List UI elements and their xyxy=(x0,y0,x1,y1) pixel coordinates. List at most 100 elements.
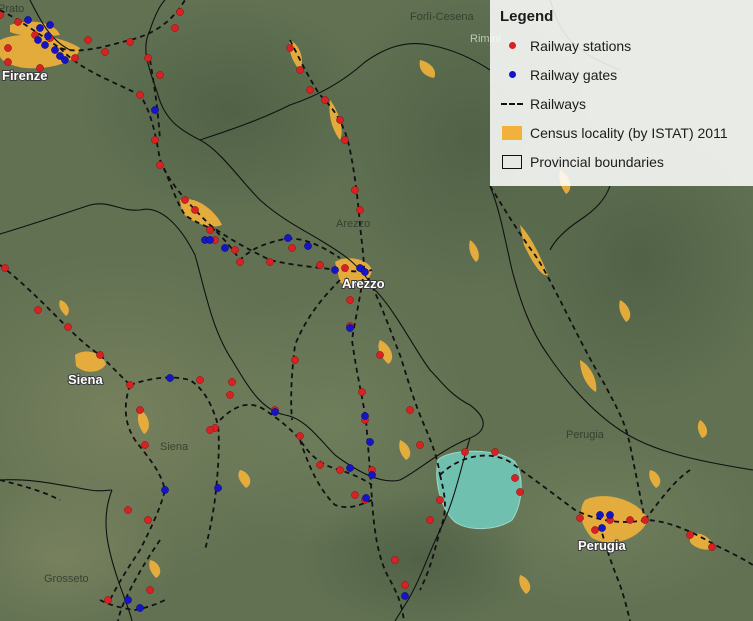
gate-marker xyxy=(34,36,42,44)
station-marker xyxy=(336,466,344,474)
legend-item-railways: Railways xyxy=(500,89,743,118)
station-marker xyxy=(126,381,134,389)
map-legend: Legend Railway stations Railway gates Ra… xyxy=(490,0,753,186)
outline-box-icon xyxy=(500,154,524,170)
station-marker xyxy=(191,206,199,214)
station-marker xyxy=(1,264,9,272)
station-marker xyxy=(358,388,366,396)
station-marker xyxy=(206,226,214,234)
station-marker xyxy=(346,296,354,304)
legend-title: Legend xyxy=(500,8,554,25)
station-marker xyxy=(136,91,144,99)
station-marker xyxy=(336,116,344,124)
city-label-siena: Siena xyxy=(68,372,103,387)
station-marker xyxy=(124,506,132,514)
station-marker xyxy=(286,44,294,52)
province-label-arezzo: Arezzo xyxy=(336,218,370,230)
map-view[interactable]: Prato Forlì-Cesena Rimini Arezzo Siena P… xyxy=(0,0,753,621)
gate-marker xyxy=(368,471,376,479)
station-marker xyxy=(104,596,112,604)
city-label-perugia: Perugia xyxy=(578,538,626,553)
gate-marker xyxy=(46,21,54,29)
legend-label: Provincial boundaries xyxy=(530,153,664,170)
dashed-line-icon xyxy=(500,96,524,112)
station-marker xyxy=(401,581,409,589)
station-marker xyxy=(686,531,694,539)
city-label-firenze: Firenze xyxy=(2,68,48,83)
station-marker xyxy=(511,474,519,482)
station-marker xyxy=(296,66,304,74)
gate-marker xyxy=(166,374,174,382)
station-marker xyxy=(4,44,12,52)
station-marker xyxy=(206,426,214,434)
gate-marker xyxy=(284,234,292,242)
legend-label: Railways xyxy=(530,95,587,112)
station-marker xyxy=(491,448,499,456)
station-marker xyxy=(356,206,364,214)
gate-marker xyxy=(151,106,159,114)
station-marker xyxy=(351,186,359,194)
station-marker xyxy=(136,406,144,414)
orange-fill-icon xyxy=(500,125,524,141)
blue-dot-icon xyxy=(500,67,524,83)
station-marker xyxy=(266,258,274,266)
gate-marker xyxy=(598,524,606,532)
station-marker xyxy=(34,306,42,314)
station-marker xyxy=(626,516,634,524)
gate-marker xyxy=(24,16,32,24)
station-marker xyxy=(316,461,324,469)
station-marker xyxy=(144,54,152,62)
station-marker xyxy=(101,48,109,56)
province-label-perugia: Perugia xyxy=(566,429,605,441)
gate-marker xyxy=(331,266,339,274)
gate-marker xyxy=(401,592,409,600)
legend-label: Census locality (by ISTAT) 2011 xyxy=(530,124,728,141)
province-label-siena: Siena xyxy=(160,441,189,453)
station-marker xyxy=(406,406,414,414)
gate-marker xyxy=(36,24,44,32)
gate-marker xyxy=(362,494,370,502)
gate-marker xyxy=(361,412,369,420)
station-marker xyxy=(146,586,154,594)
gate-marker xyxy=(51,46,59,54)
station-marker xyxy=(64,323,72,331)
station-marker xyxy=(291,356,299,364)
station-marker xyxy=(391,556,399,564)
gate-marker xyxy=(41,41,49,49)
city-label-arezzo: Arezzo xyxy=(342,276,385,291)
station-marker xyxy=(296,432,304,440)
station-marker xyxy=(461,448,469,456)
station-marker xyxy=(426,516,434,524)
station-marker xyxy=(196,376,204,384)
station-marker xyxy=(708,543,716,551)
station-marker xyxy=(576,514,584,522)
legend-item-stations: Railway stations xyxy=(500,31,743,60)
gate-marker xyxy=(44,32,52,40)
station-marker xyxy=(176,8,184,16)
gate-marker xyxy=(61,56,69,64)
station-marker xyxy=(236,258,244,266)
gate-marker xyxy=(221,244,229,252)
station-marker xyxy=(151,136,159,144)
station-marker xyxy=(288,244,296,252)
gate-marker xyxy=(346,324,354,332)
red-dot-icon xyxy=(500,38,524,54)
station-marker xyxy=(144,516,152,524)
station-marker xyxy=(321,96,329,104)
station-marker xyxy=(306,86,314,94)
station-marker xyxy=(376,351,384,359)
station-marker xyxy=(156,161,164,169)
gate-marker xyxy=(136,604,144,612)
gate-marker xyxy=(304,242,312,250)
gate-marker xyxy=(161,486,169,494)
gate-marker xyxy=(366,438,374,446)
station-marker xyxy=(341,136,349,144)
gate-marker xyxy=(346,464,354,472)
gate-marker xyxy=(606,511,614,519)
gate-marker xyxy=(206,236,214,244)
province-label-forli: Forlì-Cesena xyxy=(410,11,474,23)
station-marker xyxy=(126,38,134,46)
station-marker xyxy=(171,24,179,32)
gate-marker xyxy=(214,484,222,492)
gate-marker xyxy=(124,596,132,604)
